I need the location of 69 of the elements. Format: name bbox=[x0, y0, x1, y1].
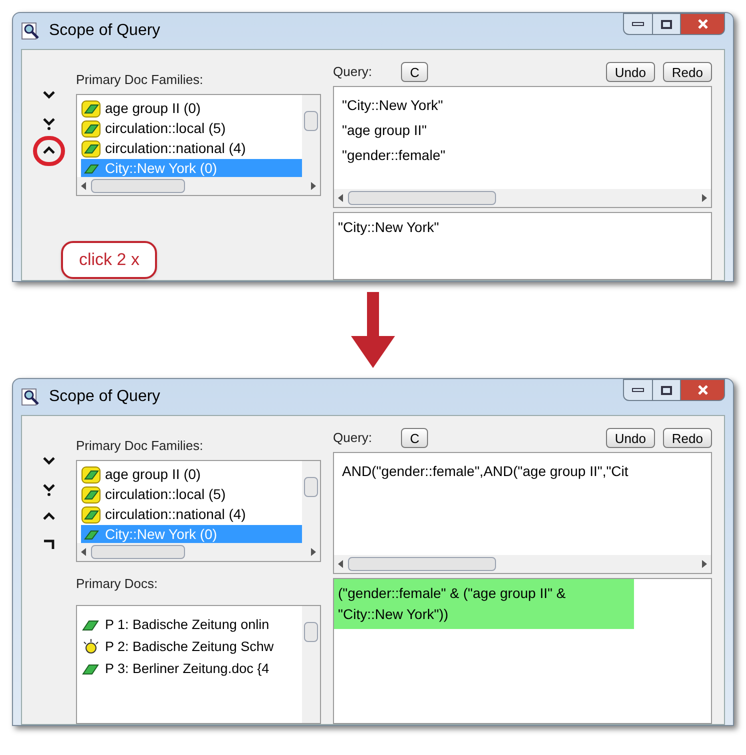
scroll-right-icon[interactable] bbox=[310, 548, 316, 556]
toolbar-button[interactable]: C bbox=[401, 428, 428, 448]
scroll-right-icon[interactable] bbox=[701, 560, 707, 568]
scroll-left-icon[interactable] bbox=[81, 182, 87, 190]
horizontal-scrollbar[interactable] bbox=[77, 176, 320, 194]
family-item[interactable]: circulation::national (4) bbox=[81, 504, 302, 524]
scroll-left-icon[interactable] bbox=[81, 548, 87, 556]
query-label: Query: bbox=[333, 429, 374, 448]
vertical-scrollbar[interactable] bbox=[302, 606, 320, 723]
scroll-left-icon[interactable] bbox=[338, 560, 344, 568]
query-line: "City::New York" bbox=[342, 96, 444, 115]
caret-down-icon bbox=[41, 115, 57, 131]
folder-book-icon bbox=[81, 140, 101, 158]
minimize-icon bbox=[632, 22, 644, 26]
folder-book-icon bbox=[81, 506, 101, 524]
vertical-scrollbar[interactable] bbox=[302, 460, 320, 542]
result-text: ("gender::female" & ("age group II" & "City::New York")) bbox=[334, 579, 634, 629]
close-icon bbox=[696, 384, 708, 396]
folder-book-icon bbox=[81, 100, 101, 118]
family-item[interactable]: age group II (0) bbox=[81, 98, 302, 118]
magnifier-icon bbox=[21, 21, 41, 41]
bulb-icon bbox=[81, 638, 101, 656]
query-box[interactable]: "City::New York" "age group II" "gender::female" bbox=[333, 86, 712, 208]
close-icon bbox=[696, 18, 708, 30]
magnifier-icon bbox=[21, 387, 41, 407]
window-title: Scope of Query bbox=[49, 387, 160, 407]
horizontal-scrollbar[interactable] bbox=[334, 555, 711, 573]
families-label: Primary Doc Families: bbox=[76, 71, 204, 89]
folder-book-icon bbox=[81, 120, 101, 138]
maximize-button[interactable] bbox=[653, 379, 681, 401]
query-label: Query: bbox=[333, 63, 374, 82]
toolbar-button[interactable]: Undo bbox=[606, 62, 655, 82]
maximize-icon bbox=[661, 386, 672, 394]
docs-label: Primary Docs: bbox=[76, 574, 159, 593]
families-label: Primary Doc Families: bbox=[76, 437, 204, 455]
toolbar-button[interactable]: Redo bbox=[662, 428, 712, 448]
doc-item[interactable]: P 1: Badische Zeitung onlin bbox=[81, 614, 302, 636]
maximize-icon bbox=[661, 20, 672, 28]
horizontal-scrollbar[interactable] bbox=[334, 189, 711, 207]
query-line: "age group II" bbox=[342, 121, 428, 140]
scroll-right-icon[interactable] bbox=[701, 194, 707, 202]
doc-item[interactable]: P 2: Badische Zeitung Schw bbox=[81, 636, 302, 658]
folder-book-icon bbox=[81, 486, 101, 504]
close-button[interactable] bbox=[681, 13, 725, 35]
family-item[interactable]: circulation::local (5) bbox=[81, 484, 302, 504]
minimize-button[interactable] bbox=[623, 13, 653, 35]
minimize-icon bbox=[632, 388, 644, 392]
horizontal-scrollbar[interactable] bbox=[77, 542, 320, 560]
vertical-scrollbar[interactable] bbox=[302, 94, 320, 176]
scroll-left-icon[interactable] bbox=[338, 194, 344, 202]
toolbar-button[interactable]: Undo bbox=[606, 428, 655, 448]
toolbar-button[interactable]: C bbox=[401, 62, 428, 82]
caret-down-icon bbox=[41, 481, 57, 497]
query-line: AND("gender::female",AND("age group II","Cit bbox=[342, 462, 630, 481]
toolbar-button[interactable]: Redo bbox=[662, 62, 712, 82]
callout-bubble: click 2 x bbox=[61, 241, 158, 278]
family-item[interactable]: circulation::national (4) bbox=[81, 138, 302, 158]
family-item[interactable]: age group II (0) bbox=[81, 464, 302, 484]
query-line: "gender::female" bbox=[342, 146, 446, 165]
family-item[interactable]: circulation::local (5) bbox=[81, 118, 302, 138]
down-arrow-icon bbox=[351, 292, 395, 368]
close-button[interactable] bbox=[681, 379, 725, 401]
folder-book-icon bbox=[81, 466, 101, 484]
scroll-right-icon[interactable] bbox=[310, 182, 316, 190]
minimize-button[interactable] bbox=[623, 379, 653, 401]
query-box[interactable]: AND("gender::female",AND("age group II","Cit bbox=[333, 452, 712, 574]
window-title: Scope of Query bbox=[49, 21, 160, 41]
maximize-button[interactable] bbox=[653, 13, 681, 35]
doc-item[interactable]: P 3: Berliner Zeitung.doc {4 bbox=[81, 658, 302, 680]
